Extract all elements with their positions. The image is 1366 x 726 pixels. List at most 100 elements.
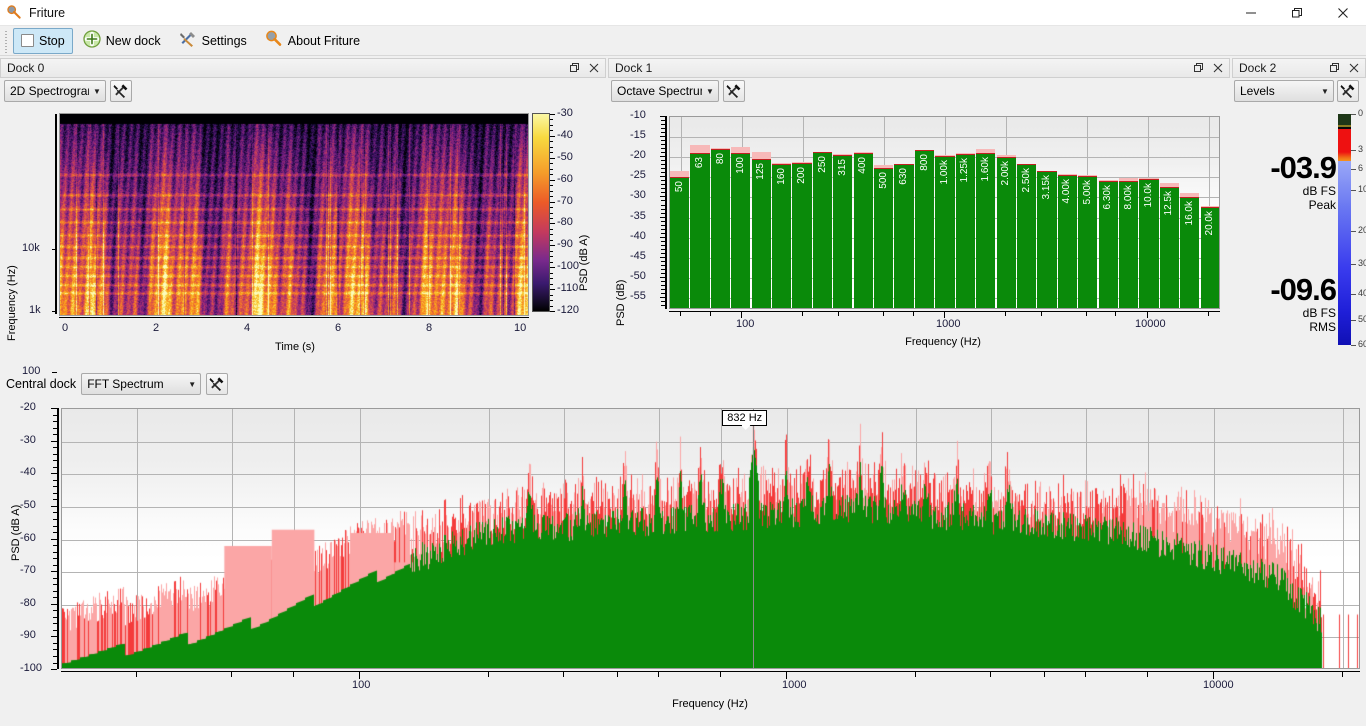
- levels-peak-label: Peak: [1308, 198, 1336, 212]
- octave-bar-label: 2.50k: [1020, 168, 1032, 193]
- about-friture-label: About Friture: [287, 33, 361, 48]
- spectrogram-xtick-10: 10: [514, 322, 527, 334]
- colorbar-minor-tick: [550, 305, 553, 307]
- minimize-icon[interactable]: [1228, 0, 1274, 26]
- central-dock-settings-button[interactable]: [206, 373, 229, 395]
- colorbar-tick-label: -90: [557, 238, 573, 251]
- dock-2-close-icon[interactable]: [1346, 60, 1362, 76]
- central-dock-widget-select[interactable]: FFT Spectrum ▼: [81, 373, 202, 395]
- colorbar-tick-label: -60: [557, 172, 573, 185]
- dock-1-close-icon[interactable]: [1210, 60, 1226, 76]
- dock-2-label: Dock 2: [1239, 61, 1277, 75]
- fft-xtick: [563, 672, 565, 677]
- dock-0-widget-select[interactable]: 2D Spectrogram ▼: [4, 80, 106, 102]
- levels-tickmark: [1351, 150, 1356, 152]
- octave-spectrum-plot: PSD (dB) -10 -15 -20 -25 -30 -35 -40 -45 -50 -55 …: [608, 108, 1230, 360]
- dock-2-widget-select[interactable]: Levels ▼: [1234, 80, 1334, 102]
- colorbar-minor-tick: [550, 157, 553, 159]
- fft-ytick-label: -100: [20, 662, 43, 674]
- octave-plot-area[interactable]: 50 63 80 100 125 160 200 250 315 400 500 630 800 1.00…: [669, 116, 1220, 309]
- dock-1-settings-button[interactable]: [723, 80, 745, 102]
- colorbar-minor-tick: [550, 163, 553, 165]
- new-dock-button[interactable]: New dock: [75, 28, 169, 54]
- octave-xtick-1000: 1000: [936, 318, 961, 330]
- colorbar-minor-tick: [550, 311, 553, 312]
- central-dock-label: Central dock: [6, 377, 77, 391]
- levels-meter-red-zone: [1338, 129, 1351, 161]
- fft-xtick: [1084, 672, 1086, 677]
- octave-bar-label: 8.00k: [1122, 184, 1134, 210]
- octave-xtick: [912, 312, 914, 316]
- levels-tickmark: [1351, 264, 1356, 266]
- dock-0-widget-select-value: 2D Spectrogram: [10, 84, 89, 98]
- levels-tickmark: [1351, 190, 1356, 192]
- tools-icon: [179, 30, 197, 51]
- dock-0-titlebar: Dock 0: [0, 58, 606, 78]
- levels-tick-label: 20: [1358, 224, 1366, 235]
- octave-ylabel: PSD (dB): [615, 279, 627, 327]
- dock-1-float-icon[interactable]: [1191, 60, 1207, 76]
- dock-0-close-icon[interactable]: [586, 60, 602, 76]
- colorbar-minor-tick: [550, 228, 553, 230]
- octave-bar: [710, 149, 730, 308]
- fft-xtick: [230, 672, 232, 677]
- about-friture-button[interactable]: About Friture: [257, 28, 368, 54]
- colorbar-minor-tick: [550, 300, 553, 302]
- colorbar-minor-tick: [550, 245, 553, 247]
- toolbar-grip[interactable]: [2, 28, 10, 53]
- colorbar-minor-tick: [550, 267, 553, 269]
- colorbar-minor-tick: [550, 185, 553, 187]
- colorbar-tick-label: -120: [557, 304, 580, 316]
- spectrogram-xtick-0: 0: [62, 322, 69, 334]
- spectrogram-plot: Frequency (Hz) 10k 1k 100 0 2 4 6 8 10 T…: [0, 107, 606, 377]
- dock-0-widget-selector-row: 2D Spectrogram ▼: [4, 80, 132, 102]
- octave-xtick: [838, 312, 839, 316]
- stop-button[interactable]: Stop: [13, 27, 73, 54]
- fft-xaxis-spine: [61, 671, 1360, 672]
- fft-spectrum-plot: PSD (dB A) -20 -30 -40 -50 -60 -70 -80 -90 -100 …: [0, 398, 1366, 726]
- octave-ytick-label: -20: [630, 149, 646, 162]
- friture-logo-icon: [7, 5, 22, 20]
- octave-bar: [812, 152, 833, 308]
- octave-bar: [670, 177, 690, 308]
- settings-button[interactable]: Settings: [171, 28, 255, 54]
- levels-meter-bar[interactable]: [1338, 114, 1351, 345]
- octave-xtick: [680, 312, 682, 316]
- dock-1-widget-select[interactable]: Octave Spectrum ▼: [611, 80, 719, 102]
- colorbar-minor-tick: [550, 212, 553, 214]
- colorbar-tick-label: -30: [557, 107, 573, 119]
- octave-xtick-10000: 10000: [1135, 318, 1166, 330]
- fft-xtick: [136, 672, 138, 677]
- octave-xtick: [1040, 312, 1042, 316]
- colorbar-tick-label: -110: [557, 282, 579, 295]
- colorbar-minor-tick: [550, 196, 553, 198]
- colorbar-minor-tick: [550, 261, 553, 263]
- main-toolbar: Stop New dock Settings About Friture: [0, 26, 1366, 56]
- fft-xtick: [1147, 672, 1149, 677]
- dock-2-settings-button[interactable]: [1337, 80, 1359, 102]
- octave-bar-label: 63: [694, 156, 706, 168]
- octave-ytick-label: -35: [630, 209, 646, 222]
- dock-0-float-icon[interactable]: [567, 60, 583, 76]
- spectrogram-xtick-8: 8: [426, 322, 433, 334]
- spectrogram-image[interactable]: [59, 113, 529, 316]
- central-dock-widget-select-value: FFT Spectrum: [87, 377, 164, 391]
- close-icon[interactable]: [1320, 0, 1366, 26]
- dock-0-settings-button[interactable]: [110, 80, 132, 102]
- fft-ytick-label: -40: [20, 466, 36, 479]
- dock-2-widget-select-value: Levels: [1240, 84, 1275, 98]
- plus-circle-icon: [83, 30, 101, 51]
- dock-2-titlebar: Dock 2: [1232, 58, 1366, 78]
- octave-bar-label: 16.0k: [1183, 201, 1195, 226]
- window-title-bar: Friture: [0, 0, 1366, 26]
- colorbar-minor-tick: [550, 135, 553, 137]
- friture-logo-icon: [265, 30, 283, 51]
- fft-ytick-label: -70: [20, 564, 36, 577]
- fft-plot-area[interactable]: [61, 408, 1360, 669]
- octave-bar: [731, 153, 751, 308]
- dock-2-float-icon[interactable]: [1327, 60, 1343, 76]
- maximize-icon[interactable]: [1274, 0, 1320, 26]
- colorbar-minor-tick: [550, 146, 553, 148]
- octave-bar-label: 400: [857, 156, 869, 174]
- fft-xlabel: Frequency (Hz): [672, 698, 748, 710]
